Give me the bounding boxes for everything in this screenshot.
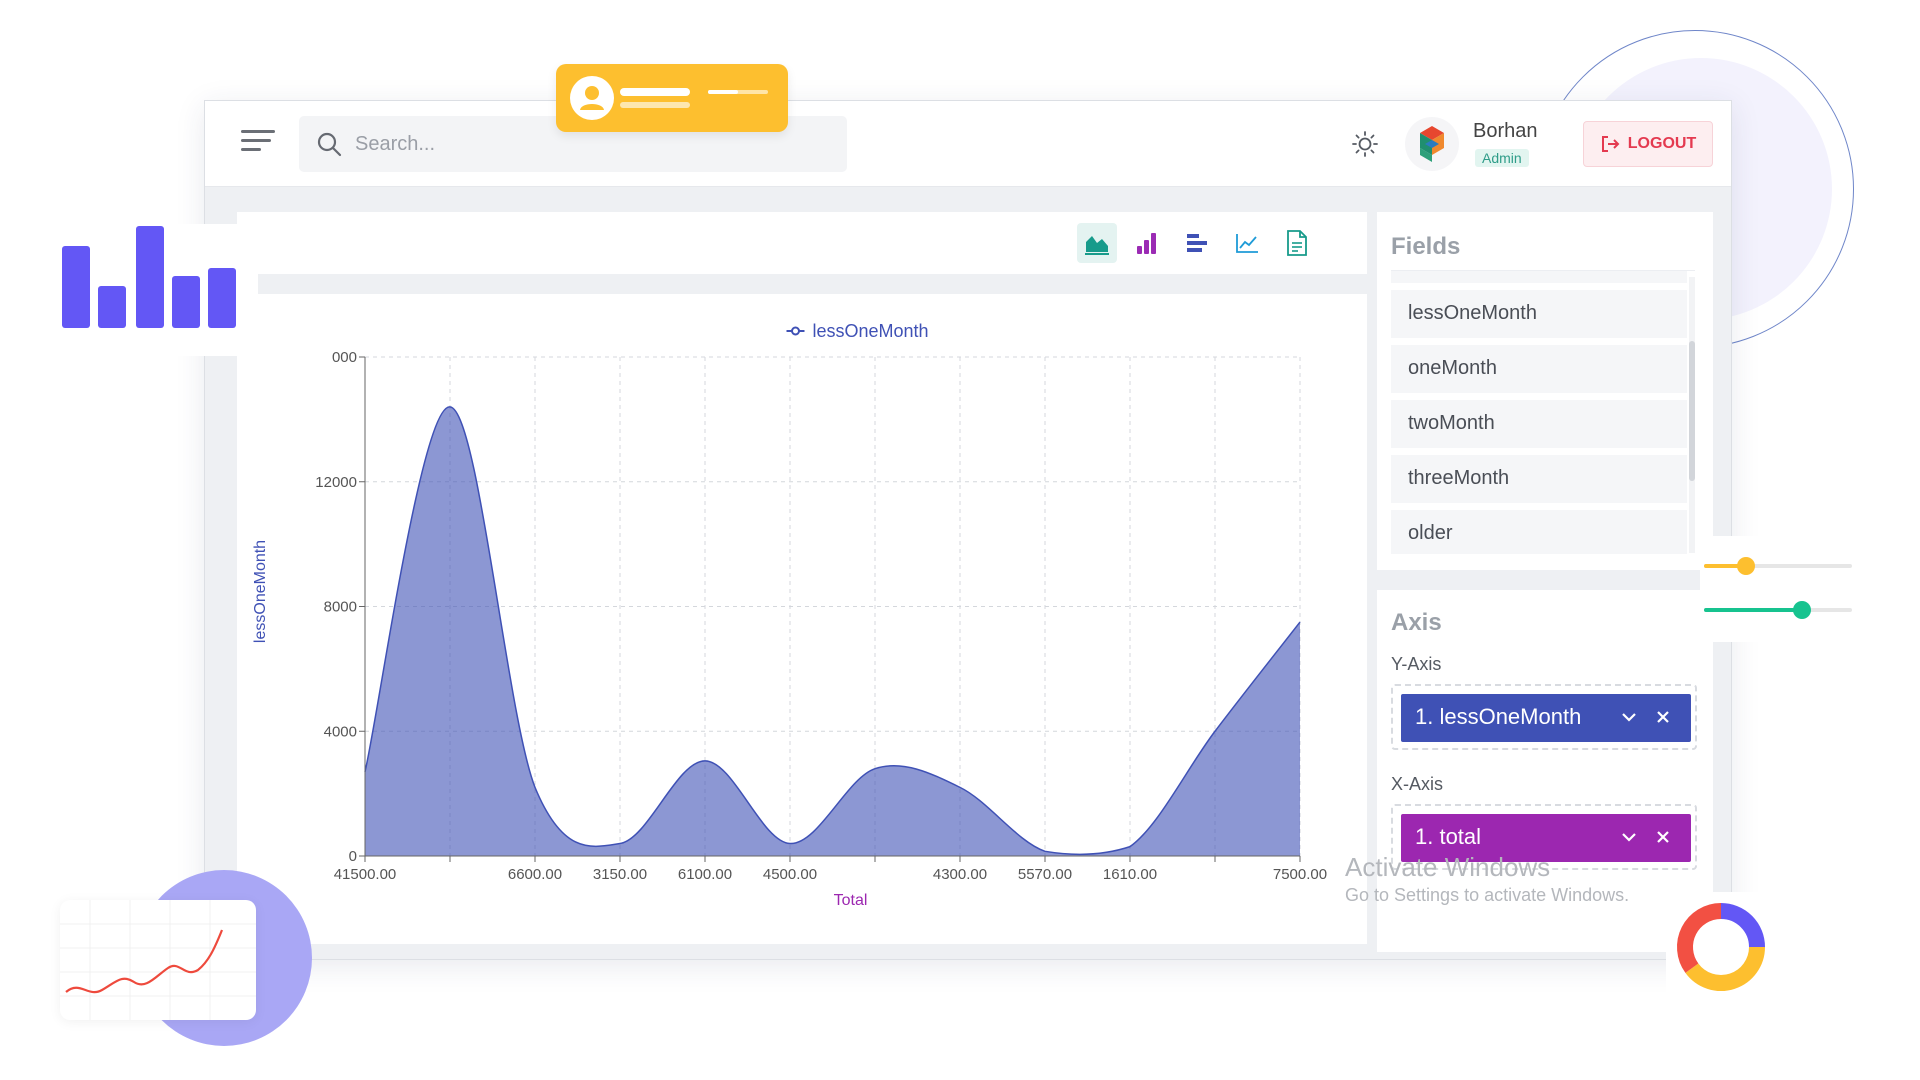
fields-scrollbar-thumb[interactable] xyxy=(1689,341,1695,481)
x-tick-label: 3150.00 xyxy=(593,866,647,883)
bar-chart-icon xyxy=(1137,233,1156,254)
user-icon xyxy=(570,76,768,120)
chart-type-toolbar xyxy=(237,212,1367,274)
x-axis-chip[interactable]: 1. total xyxy=(1401,814,1691,862)
donut-chart-icon xyxy=(1677,903,1765,991)
role-badge: Admin xyxy=(1475,149,1529,167)
donut-segment xyxy=(1677,903,1722,973)
y-axis-dropzone[interactable]: 1. lessOneMonth xyxy=(1391,684,1697,750)
decorative-line-card xyxy=(60,900,256,1020)
y-tick-label: 8000 xyxy=(324,599,357,616)
chevron-down-icon[interactable] xyxy=(1619,825,1639,849)
close-icon[interactable] xyxy=(1653,825,1673,849)
area-chart: 0 4000 8000 12000 000 41500.00 6600.00 3150.00 6… xyxy=(252,321,1327,909)
chart-card: 0 4000 8000 12000 000 41500.00 6600.00 3150.00 6… xyxy=(237,294,1367,944)
hamburger-icon xyxy=(241,130,275,133)
search-icon xyxy=(317,132,342,157)
app-window: Borhan Admin LOGOUT xyxy=(204,100,1732,960)
logout-label: LOGOUT xyxy=(1627,135,1697,152)
fields-panel: Fields current lessOneMonth oneMonth two… xyxy=(1377,212,1713,570)
x-tick-label: 6100.00 xyxy=(678,866,732,883)
line-chart-button[interactable] xyxy=(1227,223,1267,263)
x-tick-label: 4500.00 xyxy=(763,866,817,883)
y-tick-label: 4000 xyxy=(324,723,357,740)
x-tick-label: 1610.00 xyxy=(1103,866,1157,883)
area-series-lessonemonth xyxy=(365,406,1300,856)
decorative-bar-chart xyxy=(62,224,258,356)
avatar[interactable] xyxy=(1405,117,1459,171)
x-tick-label: 6600.00 xyxy=(508,866,562,883)
hamburger-icon-line xyxy=(241,148,261,151)
horizontal-bar-chart-button[interactable] xyxy=(1177,223,1217,263)
y-tick-label: 0 xyxy=(349,848,357,865)
x-axis-title: Total xyxy=(834,892,868,909)
x-axis-dropzone[interactable]: 1. total xyxy=(1391,804,1697,870)
decorative-profile-card xyxy=(556,64,788,132)
user-logo-icon xyxy=(1420,126,1444,162)
y-axis-title: lessOneMonth xyxy=(252,540,269,643)
donut-segment xyxy=(1685,946,1765,991)
x-tick-label: 7500.00 xyxy=(1273,866,1327,883)
decorative-bar xyxy=(136,226,164,328)
legend-marker-dot xyxy=(791,326,800,336)
field-item-twomonth[interactable]: twoMonth xyxy=(1391,400,1687,448)
x-axis-label: X-Axis xyxy=(1391,774,1444,794)
field-item-lessonemonth[interactable]: lessOneMonth xyxy=(1391,290,1687,338)
top-header: Borhan Admin LOGOUT xyxy=(205,101,1731,187)
table-view-button[interactable] xyxy=(1277,223,1317,263)
y-tick-label: 000 xyxy=(332,349,357,366)
menu-button[interactable] xyxy=(241,127,275,157)
axis-panel: Axis Y-Axis 1. lessOneMonth X-Axis 1. to… xyxy=(1377,590,1713,952)
axis-title: Axis xyxy=(1391,609,1442,636)
username: Borhan xyxy=(1473,120,1538,142)
fields-list: current lessOneMonth oneMonth twoMonth t… xyxy=(1391,270,1695,554)
area-chart-icon xyxy=(1085,236,1109,255)
theme-toggle-sun-icon[interactable] xyxy=(1351,130,1379,158)
logout-button[interactable]: LOGOUT xyxy=(1583,121,1713,167)
field-item-onemonth[interactable]: oneMonth xyxy=(1391,345,1687,393)
x-tick-label: 5570.00 xyxy=(1018,866,1072,883)
decorative-bar xyxy=(172,276,200,328)
y-axis-chip[interactable]: 1. lessOneMonth xyxy=(1401,694,1691,742)
donut-segment xyxy=(1720,903,1765,948)
y-axis-label: Y-Axis xyxy=(1391,654,1442,674)
chevron-down-icon[interactable] xyxy=(1619,705,1639,729)
area-chart-button[interactable] xyxy=(1077,223,1117,263)
x-axis-value: 1. total xyxy=(1415,824,1482,849)
document-icon xyxy=(1287,230,1307,256)
close-icon[interactable] xyxy=(1653,705,1673,729)
field-item-current[interactable]: current xyxy=(1391,271,1687,283)
x-tick-label: 4300.00 xyxy=(933,866,987,883)
x-tick-label: 41500.00 xyxy=(334,866,397,883)
decorative-sliders xyxy=(1700,536,1866,642)
decorative-donut-chart xyxy=(1666,892,1776,1002)
field-item-older[interactable]: older xyxy=(1391,510,1687,554)
decorative-bar xyxy=(98,286,126,328)
field-item-threemonth[interactable]: threeMonth xyxy=(1391,455,1687,503)
logout-icon xyxy=(1601,136,1620,152)
horizontal-bar-chart-icon xyxy=(1187,234,1207,252)
decorative-bar xyxy=(208,268,236,328)
line-chart-icon xyxy=(1236,234,1258,253)
slider-icon xyxy=(1704,557,1852,619)
legend-label: lessOneMonth xyxy=(813,321,929,341)
fields-title: Fields xyxy=(1391,233,1461,260)
y-tick-label: 12000 xyxy=(315,474,357,491)
line-chart-icon xyxy=(60,900,256,1020)
decorative-bar xyxy=(62,246,90,328)
bar-chart-button[interactable] xyxy=(1127,223,1167,263)
y-axis-value: 1. lessOneMonth xyxy=(1415,704,1582,729)
hamburger-icon-line xyxy=(241,139,271,142)
